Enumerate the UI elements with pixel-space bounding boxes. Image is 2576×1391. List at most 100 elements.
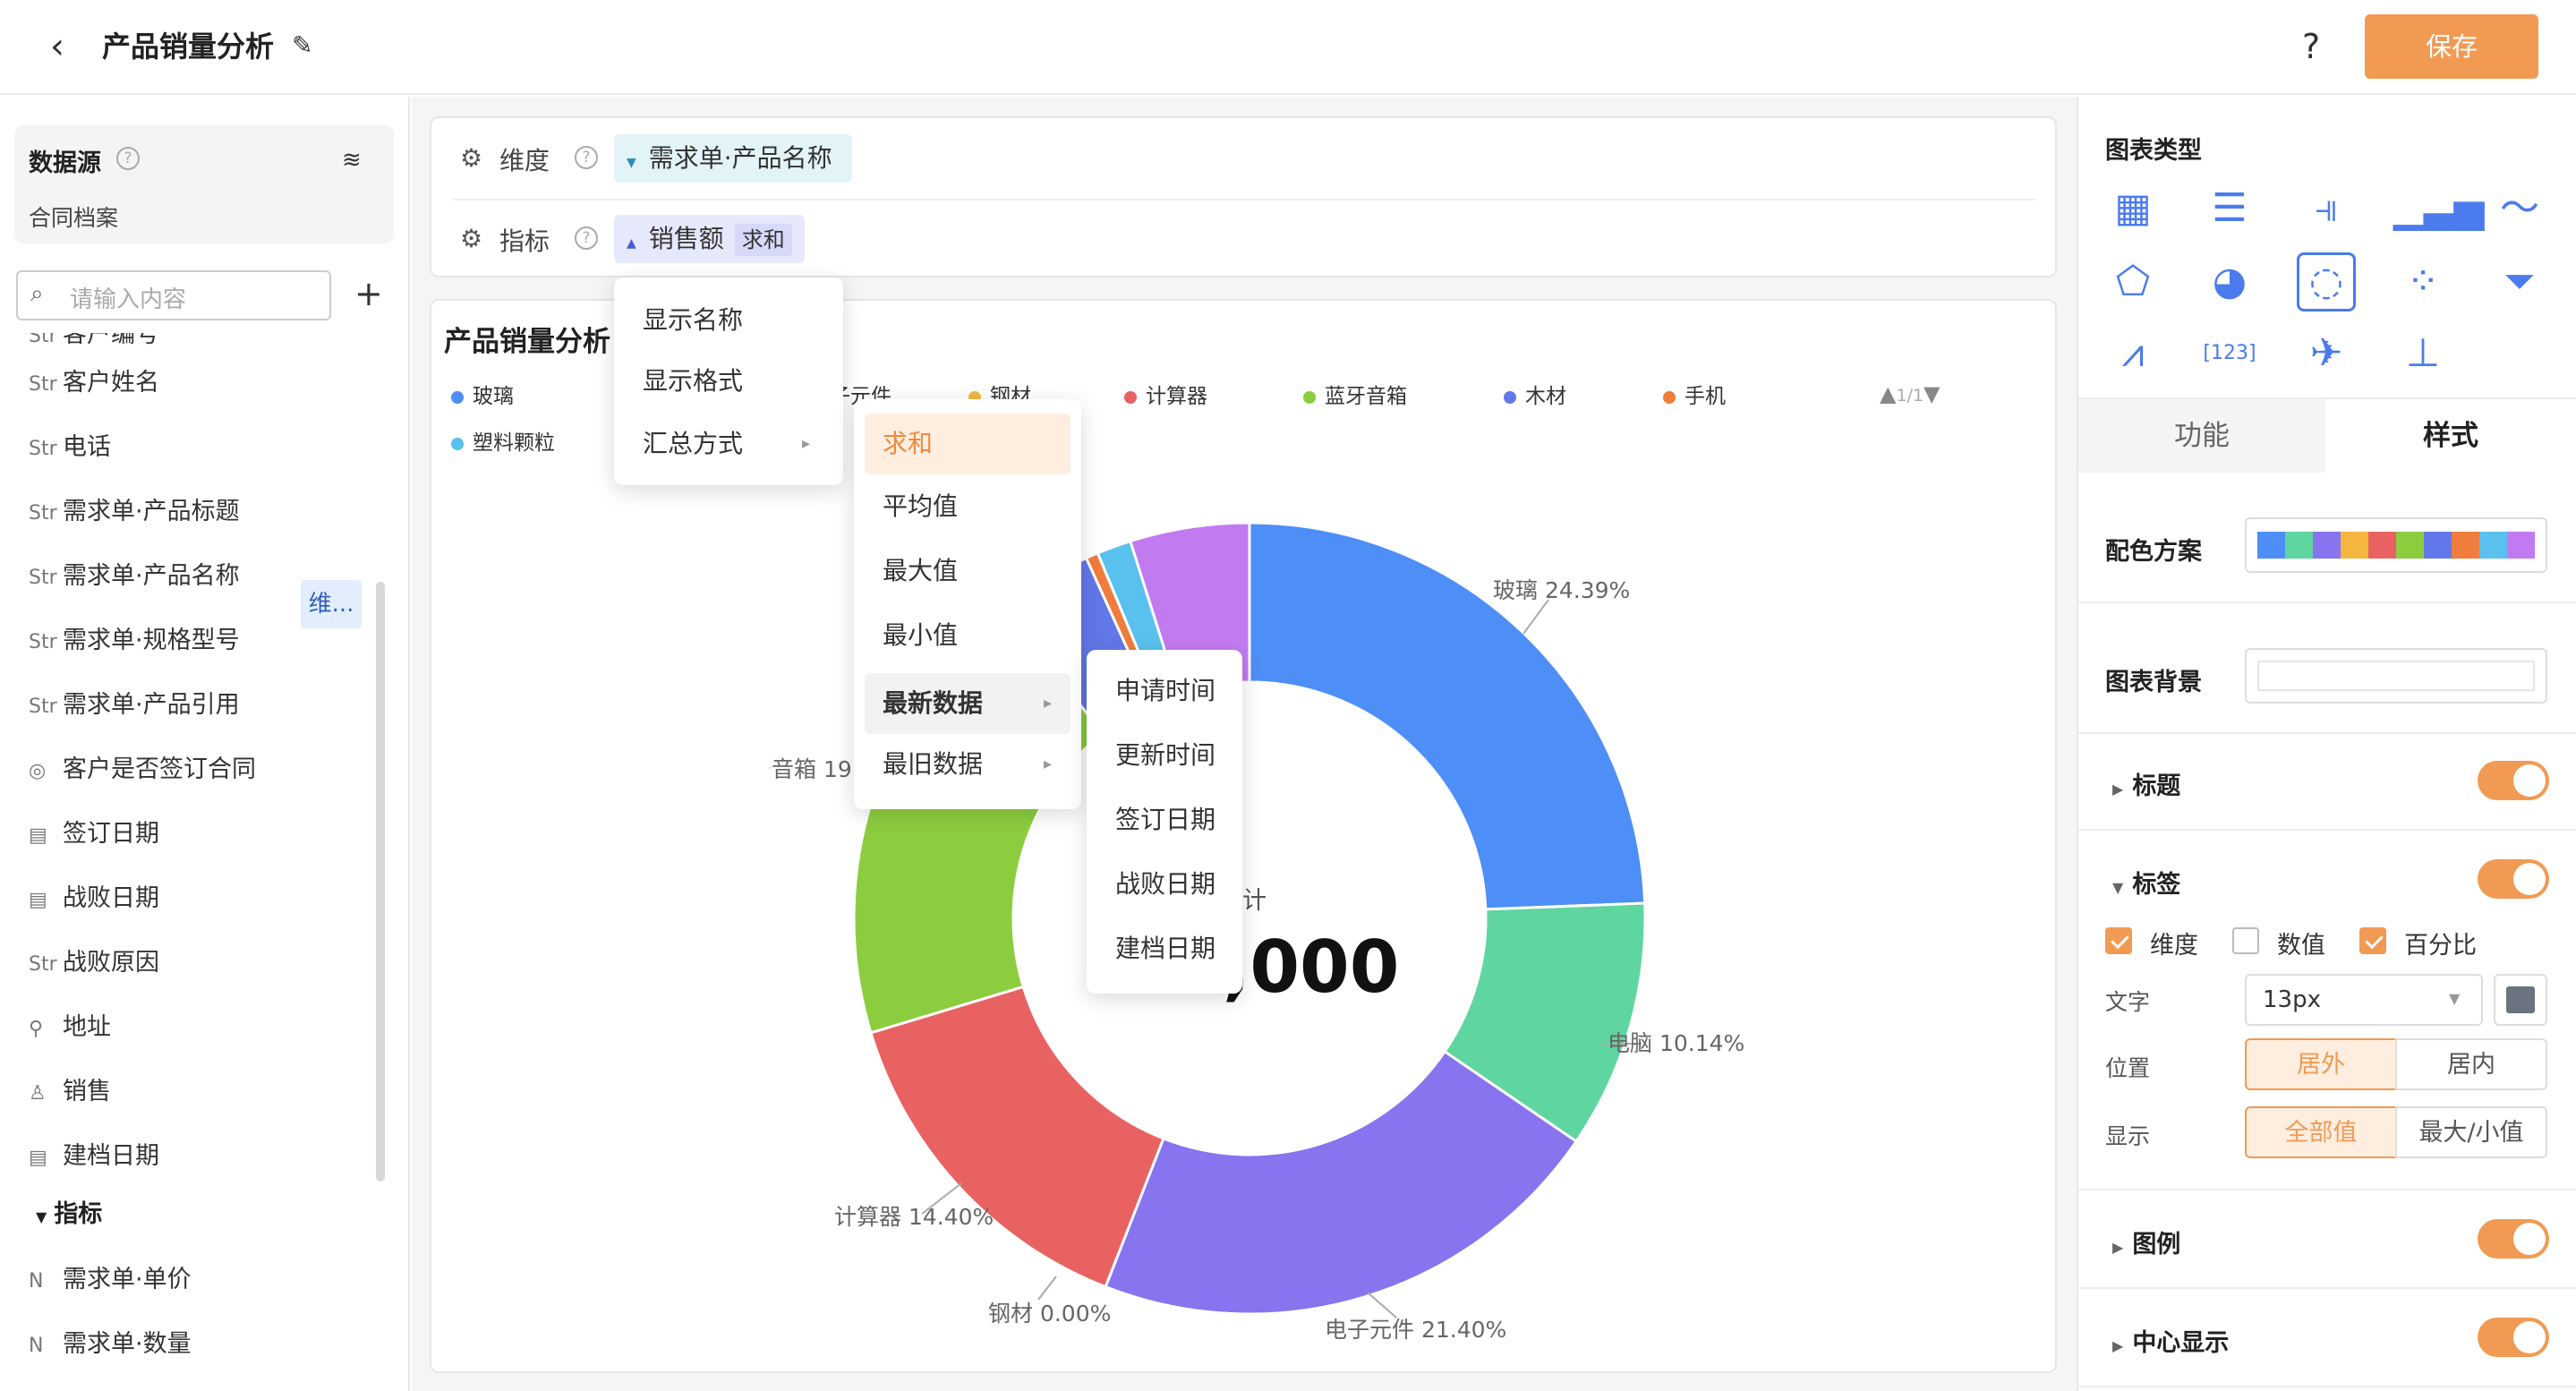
position-outside-button[interactable]: 居外 [2245,1038,2397,1090]
combo-chart-icon[interactable]: ⩘ [2103,324,2162,383]
field-item[interactable]: Str 需求单·产品引用 [29,684,240,727]
chevron-right-icon: ▶ [2112,1239,2124,1256]
label-leader-line [1367,1292,1397,1318]
legend-pager[interactable]: ▲1/1▼ [1880,381,1941,406]
font-size-select[interactable]: 13px ▼ [2245,974,2483,1026]
dimension-help-icon[interactable]: ? [575,146,598,169]
label-toggle[interactable] [2478,859,2549,899]
tree-chart-icon[interactable]: ⊥ [2393,324,2452,383]
donut-chart-icon[interactable]: ◌ [2297,252,2356,311]
menu-item-date[interactable]: 申请时间 [1115,673,1215,709]
field-item[interactable]: Str 需求单·规格型号 [29,619,240,662]
menu-item-sum[interactable]: 求和 [865,414,1070,474]
field-item[interactable]: Str 战败原因 [29,942,159,985]
legend-item[interactable]: 计算器 [1124,383,1207,410]
field-item[interactable]: ▤ 战败日期 [29,877,159,920]
legend-item[interactable]: 蓝牙音箱 [1303,383,1407,410]
donut-slice-4[interactable] [869,985,1165,1289]
menu-item-display-name[interactable]: 显示名称 [643,303,743,338]
pager-down-icon[interactable]: ▼ [1923,381,1940,406]
value-checkbox[interactable] [2232,927,2259,954]
legend-section[interactable]: ▶ 图例 [2112,1225,2180,1259]
field-item[interactable]: Str 需求单·产品名称 [29,555,240,598]
funnel-chart-icon[interactable]: ⏷ [2490,252,2549,311]
field-item[interactable]: ⚲ 地址 [29,1006,111,1049]
datasource-help-icon[interactable]: ? [116,147,140,170]
center-display-section[interactable]: ▶ 中心显示 [2112,1323,2229,1358]
table-chart-icon[interactable]: ▦ [2103,179,2162,238]
back-icon[interactable]: ‹ [50,27,86,66]
edit-icon[interactable]: ✎ [292,30,312,60]
field-item[interactable]: ▤ 签订日期 [29,813,159,856]
title-toggle[interactable] [2478,761,2549,800]
list-chart-icon[interactable]: ☰ [2200,179,2259,238]
database-icon[interactable]: ≋ [342,147,362,174]
help-icon[interactable]: ? [2302,25,2320,68]
legend-item[interactable]: 塑料颗粒 [451,430,555,457]
bar-horizontal-chart-icon[interactable]: ⫣ [2297,179,2356,238]
dimension-checkbox[interactable] [2105,927,2132,954]
field-item[interactable]: Str 客户姓名 [29,362,159,405]
center-display-toggle[interactable] [2478,1318,2549,1357]
metrics-section-title[interactable]: ▼ 指标 [36,1194,102,1229]
scatter-chart-icon[interactable]: ⁘ [2393,252,2452,311]
legend-item[interactable]: 木材 [1504,383,1566,410]
position-inside-button[interactable]: 居内 [2395,1038,2547,1090]
display-minmax-button[interactable]: 最大/小值 [2395,1106,2547,1158]
save-button[interactable]: 保存 [2365,14,2538,79]
label-leader-line [1523,599,1549,635]
palette-select[interactable] [2245,517,2547,573]
menu-item-aggregation[interactable]: 汇总方式 [643,426,743,462]
menu-item-latest[interactable]: 最新数据 ▸ [865,673,1070,734]
radar-chart-icon[interactable]: ⬠ [2103,252,2162,311]
metric-item[interactable]: N 需求单·数量 [29,1323,192,1366]
menu-item-oldest[interactable]: 最旧数据 [883,747,983,782]
bar-chart-icon[interactable]: ▁▃▅ [2393,179,2485,238]
font-color-picker[interactable] [2494,974,2547,1026]
label-section[interactable]: ▼ 标签 [2112,865,2180,900]
dimension-checkbox-label: 维度 [2150,932,2198,960]
tab-function[interactable]: 功能 [2078,399,2325,473]
palette-swatch [2507,532,2535,559]
field-item[interactable]: Str 客户编号 [29,333,159,356]
line-chart-icon[interactable]: 〜 [2490,179,2549,238]
field-item[interactable]: Str 需求单·产品标题 [29,491,240,533]
legend-item[interactable]: 玻璃 [451,383,514,410]
field-item[interactable]: ◎ 客户是否签订合同 [29,748,256,791]
percent-checkbox-label: 百分比 [2404,932,2477,960]
value-checkbox-label: 数值 [2277,932,2325,960]
legend-toggle[interactable] [2478,1219,2549,1259]
menu-item-min[interactable]: 最小值 [883,618,958,653]
metric-label: 指标 [499,226,550,256]
field-item[interactable]: Str 电话 [29,426,111,469]
page-title: 产品销量分析 [102,30,275,64]
dimension-label: 维度 [499,146,550,175]
tab-style[interactable]: 样式 [2325,399,2576,473]
percent-checkbox[interactable] [2359,927,2386,954]
map-chart-icon[interactable]: ✈ [2297,324,2356,383]
field-item[interactable]: ▤ 建档日期 [29,1135,159,1178]
field-item[interactable]: ♙ 销售 [29,1071,111,1114]
add-field-button[interactable]: + [354,274,383,313]
search-input[interactable]: ⌕ 请输入内容 [16,270,331,320]
menu-item-average[interactable]: 平均值 [883,489,958,525]
pager-up-icon[interactable]: ▲ [1880,381,1896,406]
metric-help-icon[interactable]: ? [575,226,598,250]
menu-item-date[interactable]: 签订日期 [1115,802,1215,838]
chart-bg-picker[interactable] [2245,648,2547,704]
legend-item[interactable]: 手机 [1663,383,1726,410]
menu-item-date[interactable]: 更新时间 [1115,738,1215,773]
chevron-right-icon: ▶ [2112,781,2124,798]
menu-item-date[interactable]: 建档日期 [1115,931,1215,967]
display-all-button[interactable]: 全部值 [2245,1106,2397,1158]
sidebar-scrollbar[interactable] [376,582,385,1182]
title-section[interactable]: ▶ 标题 [2112,766,2180,801]
menu-item-max[interactable]: 最大值 [883,553,958,589]
number-card-icon[interactable]: [123] [2200,324,2259,383]
menu-item-display-format[interactable]: 显示格式 [643,363,743,399]
metric-chip[interactable]: ▲ 销售额 求和 [614,215,805,263]
pie-chart-icon[interactable]: ◕ [2200,252,2259,311]
dimension-chip[interactable]: ▼ 需求单·产品名称 [614,134,852,183]
metric-item[interactable]: N 需求单·单价 [29,1259,192,1301]
menu-item-date[interactable]: 战败日期 [1115,866,1215,902]
